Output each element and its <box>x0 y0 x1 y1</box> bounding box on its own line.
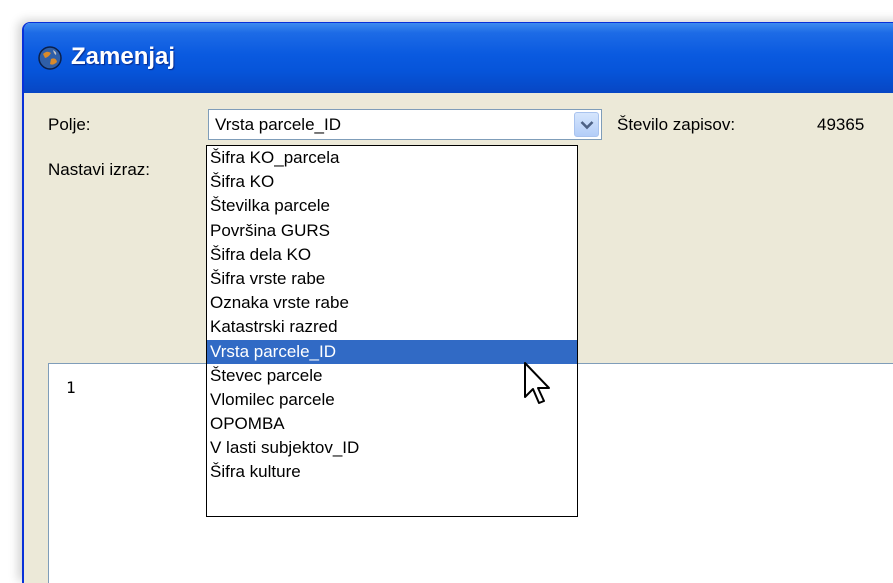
dropdown-item[interactable]: Šifra KO_parcela <box>207 146 577 170</box>
dropdown-item[interactable]: Števec parcele <box>207 364 577 388</box>
dropdown-item[interactable]: Šifra vrste rabe <box>207 267 577 291</box>
dropdown-item[interactable]: V lasti subjektov_ID <box>207 436 577 460</box>
title-bar[interactable]: Zamenjaj <box>24 23 893 93</box>
dropdown-item[interactable]: Površina GURS <box>207 219 577 243</box>
field-combobox-value: Vrsta parcele_ID <box>215 115 341 134</box>
expression-label: Nastavi izraz: <box>48 160 151 179</box>
field-label: Polje: <box>48 115 91 134</box>
field-combobox[interactable]: Vrsta parcele_ID <box>208 109 602 140</box>
dropdown-item[interactable]: OPOMBA <box>207 412 577 436</box>
window-title: Zamenjaj <box>71 43 176 70</box>
line-number: 1 <box>66 378 76 397</box>
dropdown-item[interactable]: Šifra kulture <box>207 460 577 484</box>
mouse-cursor-icon <box>523 361 553 412</box>
globe-icon <box>37 45 63 71</box>
record-count-value: 49365 <box>817 115 865 134</box>
record-count-label: Število zapisov: <box>617 115 736 134</box>
field-dropdown-list[interactable]: Šifra KO_parcela Šifra KO Številka parcele… <box>206 145 578 517</box>
dropdown-item[interactable]: Oznaka vrste rabe <box>207 291 577 315</box>
dropdown-item[interactable]: Številka parcele <box>207 194 577 218</box>
dropdown-item[interactable]: Vrsta parcele_ID <box>207 339 577 364</box>
dropdown-item[interactable]: Šifra KO <box>207 170 577 194</box>
dropdown-item[interactable]: Šifra dela KO <box>207 243 577 267</box>
dropdown-item[interactable]: Vlomilec parcele <box>207 388 577 412</box>
dropdown-item[interactable]: Katastrski razred <box>207 315 577 339</box>
chevron-down-icon[interactable] <box>574 112 599 137</box>
